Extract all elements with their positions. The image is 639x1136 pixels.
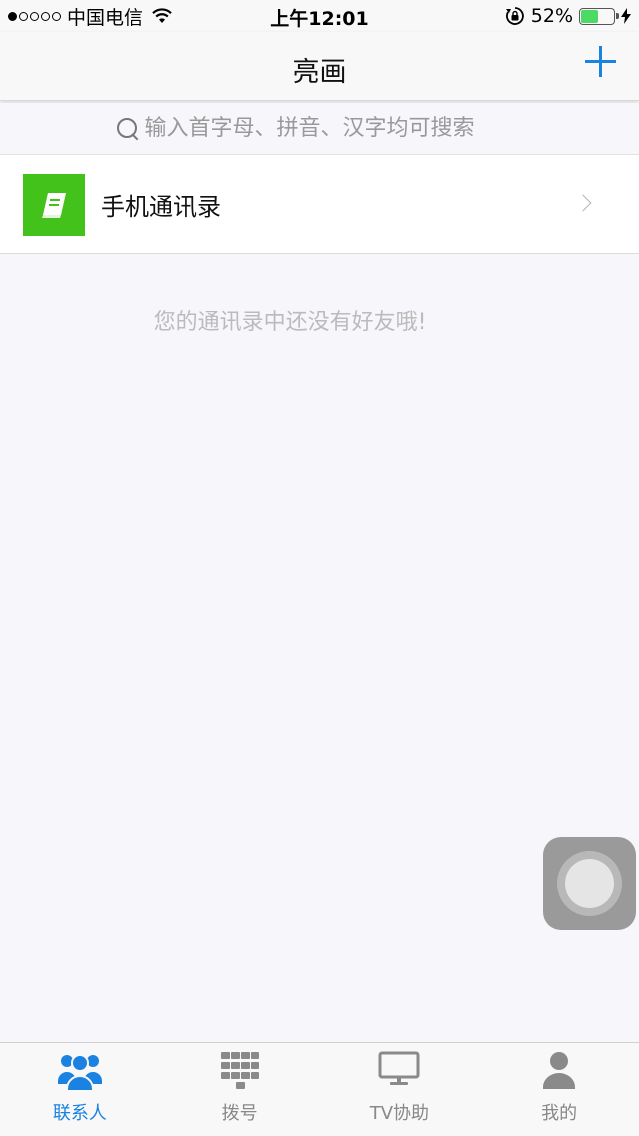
assistive-touch-ring: [557, 851, 622, 916]
navigation-bar: 亮画: [0, 32, 639, 101]
tab-label: 拨号: [221, 1103, 258, 1124]
tv-monitor-icon: [378, 1051, 420, 1085]
status-right: 52%: [505, 4, 631, 28]
empty-state-message: 您的通讯录中还没有好友哦!: [153, 310, 427, 335]
chevron-right-icon: [574, 194, 592, 212]
contacts-group-icon: [57, 1054, 102, 1091]
search-input[interactable]: [144, 116, 525, 141]
page-title: 亮画: [292, 57, 347, 88]
battery-level: [581, 9, 598, 23]
tab-tv-assist[interactable]: TV协助: [320, 1043, 480, 1136]
rotation-lock-icon: [505, 7, 524, 25]
assistive-touch-core: [565, 859, 614, 908]
user-profile-icon: [543, 1052, 576, 1089]
tab-label: TV协助: [369, 1103, 430, 1124]
tab-contacts[interactable]: 联系人: [0, 1043, 160, 1136]
battery-icon: [579, 7, 619, 25]
battery-percent: 52%: [530, 5, 573, 27]
address-book-icon: [23, 174, 85, 236]
tab-label: 我的: [541, 1103, 578, 1124]
search-icon: [115, 116, 141, 142]
list-item-label: 手机通讯录: [101, 193, 221, 221]
tab-me[interactable]: 我的: [479, 1043, 639, 1136]
assistive-touch-button[interactable]: [543, 837, 636, 930]
list-item-phone-contacts[interactable]: 手机通讯录: [0, 155, 639, 254]
tab-dialpad[interactable]: 拨号: [160, 1043, 320, 1136]
search-bar: [0, 103, 639, 155]
dialpad-icon: [220, 1052, 259, 1089]
charging-bolt-icon: [621, 8, 631, 24]
screen: 中国电信 上午12:01 52% 亮画 输入首字母、拼音、汉字均可搜索 手机通讯…: [0, 0, 639, 1136]
add-button[interactable]: [583, 44, 619, 80]
tab-bar: 联系人 拨号 TV协助 我的: [0, 1042, 639, 1136]
status-bar: 中国电信 上午12:01 52%: [0, 0, 639, 32]
tab-label: 联系人: [52, 1103, 107, 1124]
